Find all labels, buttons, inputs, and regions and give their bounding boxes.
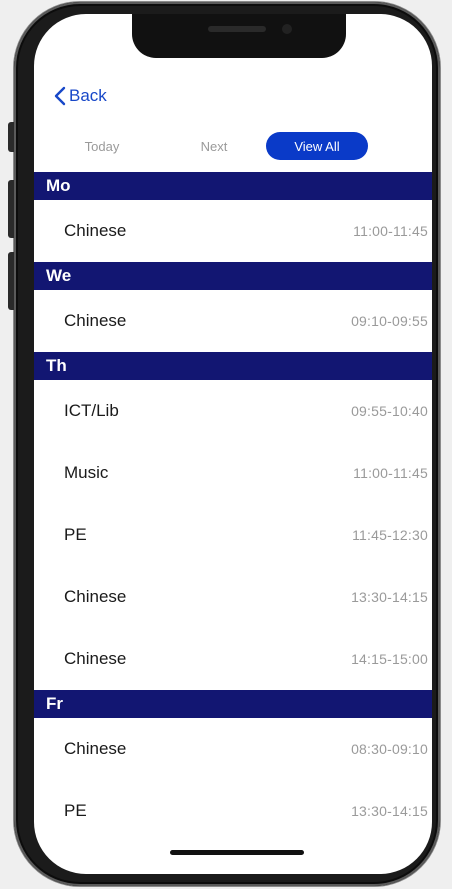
lesson-subject: ICT/Lib [64,401,119,420]
lesson-subject: PE [64,525,87,544]
speaker-grille [208,26,266,32]
back-label: Back [69,86,107,105]
lesson-row[interactable]: Chinese 13:30-14:15 [34,566,432,628]
app-screen: Back Today Next View All Mo Chinese 11:0… [34,14,432,874]
lesson-row[interactable]: PE 13:30-14:15 [34,780,432,842]
schedule-list: Mo Chinese 11:00-11:45 We Chinese 09:10-… [34,172,432,842]
home-indicator[interactable] [170,850,304,855]
chevron-left-icon [54,86,66,106]
lesson-row[interactable]: Chinese 11:00-11:45 [34,200,432,262]
lesson-row[interactable]: ICT/Lib 09:55-10:40 [34,380,432,442]
filter-next[interactable]: Next [182,132,246,160]
front-camera [282,24,292,34]
lesson-subject: Chinese [64,739,127,758]
lesson-subject: Music [64,463,109,482]
lesson-time: 14:15-15:00 [351,651,428,667]
day-header: Fr [34,690,432,718]
lesson-subject: Chinese [64,649,127,668]
lesson-time: 08:30-09:10 [351,741,428,757]
lesson-time: 09:10-09:55 [351,313,428,329]
volume-up-button [8,180,14,238]
lesson-subject: PE [64,801,87,820]
lesson-time: 11:00-11:45 [353,465,428,481]
lesson-subject: Chinese [64,311,127,330]
day-header: Mo [34,172,432,200]
day-header: We [34,262,432,290]
mute-switch [8,122,14,152]
lesson-row[interactable]: Music 11:00-11:45 [34,442,432,504]
lesson-time: 13:30-14:15 [351,803,428,819]
lesson-row[interactable]: Chinese 08:30-09:10 [34,718,432,780]
volume-down-button [8,252,14,310]
day-header: Th [34,352,432,380]
lesson-time: 13:30-14:15 [351,589,428,605]
lesson-row[interactable]: Chinese 14:15-15:00 [34,628,432,690]
lesson-time: 11:00-11:45 [353,223,428,239]
lesson-row[interactable]: Chinese 09:10-09:55 [34,290,432,352]
notch [132,14,346,58]
lesson-time: 09:55-10:40 [351,403,428,419]
back-button[interactable]: Back [54,86,107,106]
filter-view-all[interactable]: View All [266,132,368,160]
lesson-row[interactable]: PE 11:45-12:30 [34,504,432,566]
lesson-time: 11:45-12:30 [352,527,428,543]
lesson-subject: Chinese [64,221,127,240]
lesson-subject: Chinese [64,587,127,606]
filter-today[interactable]: Today [70,132,134,160]
